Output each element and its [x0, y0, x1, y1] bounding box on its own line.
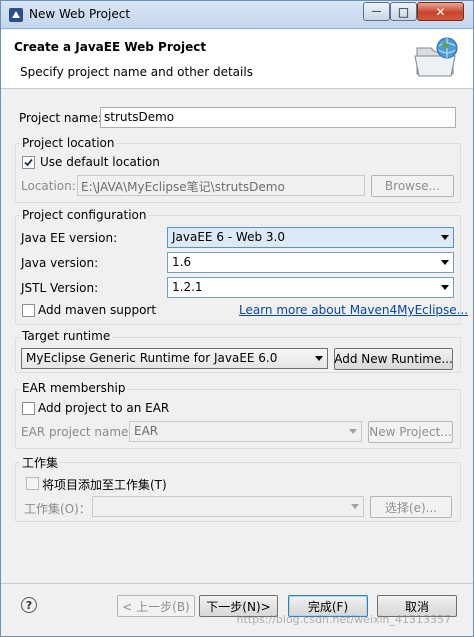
- maximize-button[interactable]: □: [390, 2, 417, 21]
- web-project-folder-icon: [413, 34, 461, 80]
- header-title: Create a JavaEE Web Project: [14, 40, 207, 54]
- java-ee-version-value: JavaEE 6 - Web 3.0: [172, 230, 285, 244]
- jstl-version-label: JSTL Version:: [21, 281, 99, 295]
- target-runtime-title: Target runtime: [20, 329, 113, 343]
- dropdown-arrow-icon: [315, 356, 323, 361]
- close-button[interactable]: ✕: [417, 2, 464, 21]
- maximize-icon: □: [397, 4, 410, 19]
- add-new-runtime-button[interactable]: Add New Runtime...: [334, 348, 453, 370]
- working-set-label: 工作集(O)：: [24, 502, 91, 516]
- add-to-working-set-label: 将项目添加至工作集(T): [42, 478, 167, 492]
- add-maven-support-checkbox[interactable]: [22, 304, 35, 317]
- jstl-version-value: 1.2.1: [172, 280, 203, 294]
- help-icon[interactable]: ?: [21, 597, 37, 613]
- dropdown-arrow-icon: [349, 429, 357, 434]
- footer-separator: [1, 583, 473, 584]
- working-set-select[interactable]: [92, 496, 364, 517]
- myeclipse-app-icon: [8, 7, 24, 23]
- project-name-label: Project name:: [19, 111, 102, 125]
- watermark: https://blog.csdn.net/weixin_41313357: [236, 613, 451, 626]
- maven-learn-more-link[interactable]: Learn more about Maven4MyEclipse...: [239, 303, 468, 317]
- ear-membership-title: EAR membership: [20, 381, 128, 395]
- add-to-ear-checkbox[interactable]: [22, 402, 35, 415]
- project-location-title: Project location: [20, 136, 117, 150]
- project-configuration-title: Project configuration: [20, 208, 149, 222]
- dropdown-arrow-icon: [441, 260, 449, 265]
- close-icon: ✕: [435, 4, 446, 19]
- ear-project-name-value: EAR: [134, 424, 159, 438]
- target-runtime-value: MyEclipse Generic Runtime for JavaEE 6.0: [26, 351, 278, 365]
- location-label: Location:: [21, 179, 76, 193]
- jstl-version-select[interactable]: 1.2.1: [167, 277, 454, 298]
- java-version-select[interactable]: 1.6: [167, 252, 454, 273]
- minimize-icon: —: [371, 6, 382, 17]
- add-to-working-set-checkbox[interactable]: [26, 477, 39, 490]
- ear-project-name-label: EAR project name:: [21, 425, 133, 439]
- dropdown-arrow-icon: [441, 235, 449, 240]
- header-banner: Create a JavaEE Web Project Specify proj…: [1, 30, 473, 89]
- checkmark-icon: [24, 158, 33, 167]
- minimize-button[interactable]: —: [363, 2, 390, 21]
- header-subtitle: Specify project name and other details: [20, 65, 253, 79]
- java-version-value: 1.6: [172, 255, 192, 269]
- dropdown-arrow-icon: [441, 285, 449, 290]
- location-input[interactable]: E:\JAVA\MyEclipse笔记\strutsDemo: [77, 175, 365, 196]
- java-ee-version-label: Java EE version:: [21, 231, 118, 245]
- use-default-location-label: Use default location: [40, 155, 160, 169]
- new-ear-project-button[interactable]: New Project...: [368, 421, 453, 443]
- add-maven-support-label: Add maven support: [38, 303, 157, 317]
- project-name-input[interactable]: strutsDemo: [100, 107, 456, 128]
- ear-project-name-select[interactable]: EAR: [129, 421, 362, 442]
- browse-button[interactable]: Browse...: [371, 175, 454, 197]
- dropdown-arrow-icon: [351, 504, 359, 509]
- window-title: New Web Project: [29, 7, 131, 21]
- back-button[interactable]: < 上一步(B): [117, 595, 195, 617]
- use-default-location-checkbox[interactable]: [22, 156, 35, 169]
- title-bar[interactable]: New Web Project — □ ✕: [1, 1, 473, 29]
- working-set-title: 工作集: [20, 454, 61, 471]
- target-runtime-select[interactable]: MyEclipse Generic Runtime for JavaEE 6.0: [21, 348, 328, 369]
- select-working-set-button[interactable]: 选择(e)...: [370, 496, 452, 518]
- add-to-ear-label: Add project to an EAR: [38, 401, 170, 415]
- new-web-project-dialog: New Web Project — □ ✕ Create a JavaEE We…: [0, 0, 474, 637]
- java-ee-version-select[interactable]: JavaEE 6 - Web 3.0: [167, 227, 454, 248]
- java-version-label: Java version:: [21, 256, 99, 270]
